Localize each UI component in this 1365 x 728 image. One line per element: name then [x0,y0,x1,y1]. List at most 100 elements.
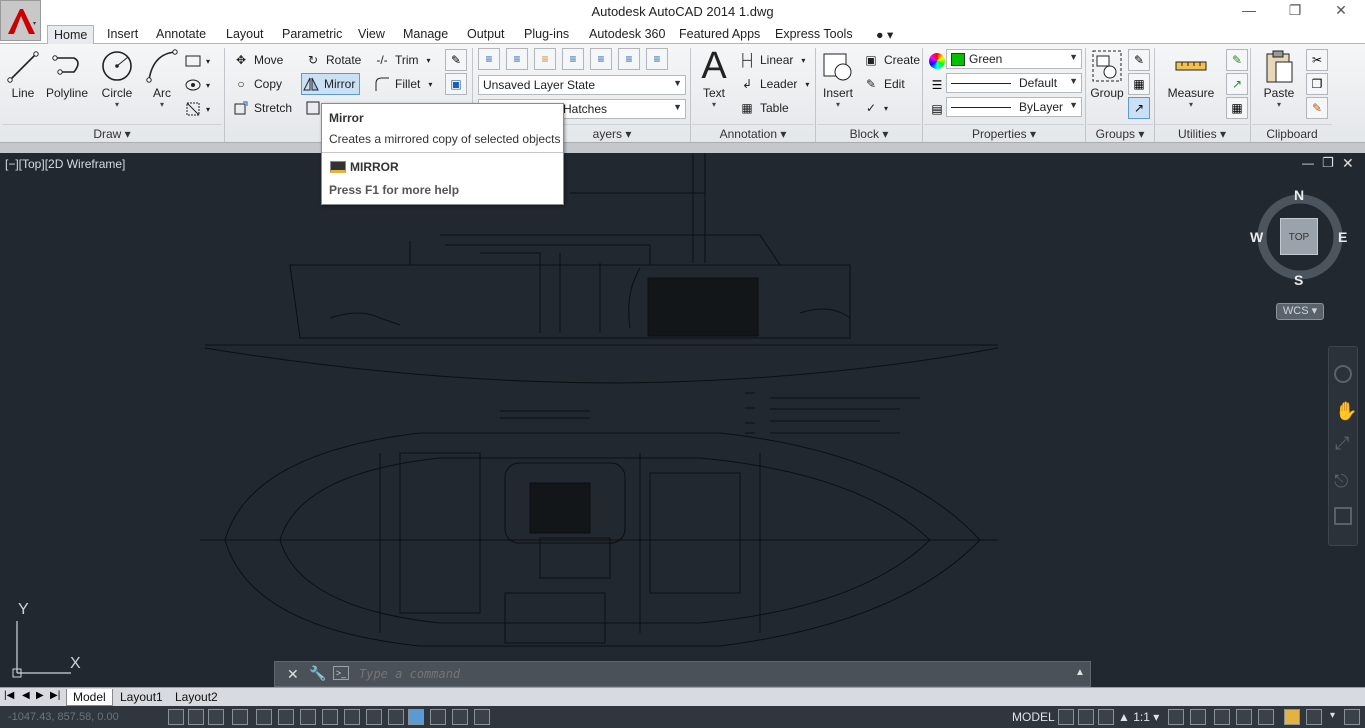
tab-plugins[interactable]: Plug-ins [518,25,575,44]
group-edit-button[interactable]: ▦ [1128,73,1150,95]
tab-layout2[interactable]: Layout2 [169,689,224,706]
layer-isolate-button[interactable]: ≡ [534,48,556,70]
layer-off-button[interactable]: ≡ [506,48,528,70]
explode-button[interactable]: ▣ [445,73,467,95]
ortho-icon[interactable] [232,709,248,725]
copy-clip-button[interactable]: ❐ [1306,73,1328,95]
infer-constraints-icon[interactable] [168,709,184,725]
osnap-icon[interactable] [278,709,294,725]
tab-model[interactable]: Model [66,689,113,706]
tab-annotate[interactable]: Annotate [150,25,212,44]
ducs-icon[interactable] [344,709,360,725]
tab-home[interactable]: Home [47,25,95,44]
drawing-viewport[interactable]: [−][Top][2D Wireframe] — ❐ ✕ TOP N S W E… [0,153,1365,687]
stretch-button[interactable]: Stretch [232,97,292,119]
panel-draw-title[interactable]: Draw ▾ [2,124,222,142]
cut-button[interactable]: ✂ [1306,49,1328,71]
tab-featured-apps[interactable]: Featured Apps [673,25,766,44]
annotation-scale[interactable]: ▲ 1:1 ▾ [1118,710,1159,724]
isolate-objects-icon[interactable] [1284,709,1300,725]
quick-props-icon[interactable] [430,709,446,725]
layer-match-button[interactable]: ≡ [618,48,640,70]
tab-autodesk-360[interactable]: Autodesk 360 [583,25,671,44]
linear-dimension-button[interactable]: ├┤ Linear ▾ [738,49,805,71]
insert-block-button[interactable]: Insert ▾ [820,48,856,122]
tab-layout[interactable]: Layout [220,25,270,44]
tab-view[interactable]: View [352,25,391,44]
leader-button[interactable]: ↲ Leader ▾ [738,73,809,95]
dyn-icon[interactable] [366,709,382,725]
hatch-button[interactable]: ▾ [184,74,210,96]
gear-icon[interactable] [1214,709,1230,725]
attribute-button[interactable]: ✓ ▾ [862,97,888,119]
annotation-autoscale-icon[interactable] [1168,709,1184,725]
wcs-menu[interactable]: WCS ▾ [1276,303,1324,320]
group-selection-button[interactable]: ↗ [1128,97,1150,119]
status-menu-icon[interactable]: ▾ [1330,710,1335,721]
rotate-button[interactable]: ↻ Rotate [304,49,361,71]
selection-cycling-icon[interactable] [452,709,468,725]
tab-insert[interactable]: Insert [101,25,144,44]
paste-button[interactable]: Paste ▾ [1258,48,1300,122]
tab-output[interactable]: Output [461,25,511,44]
steering-wheel-icon[interactable] [1334,365,1352,383]
clean-screen-icon[interactable] [1344,709,1360,725]
layer-state-dropdown[interactable]: Unsaved Layer State ▼ [478,75,686,95]
calculator-button[interactable]: ▦ [1226,97,1248,119]
tab-manage[interactable]: Manage [397,25,454,44]
close-icon[interactable]: ✕ [1326,2,1356,22]
erase-button[interactable]: ✎ [445,49,467,71]
table-button[interactable]: ▦ Table [738,97,788,119]
panel-annotation-title[interactable]: Annotation ▾ [692,124,814,142]
lock-icon[interactable] [1236,709,1252,725]
pan-icon[interactable]: ✋ [1335,401,1357,422]
annotation-monitor-icon[interactable] [474,709,490,725]
quick-view-layouts-icon[interactable] [1058,709,1074,725]
linetype-dropdown[interactable]: Default ▼ [946,73,1082,93]
panel-utilities-title[interactable]: Utilities ▾ [1155,124,1249,142]
layout-nav-next[interactable]: ▶ [36,690,44,701]
layout-nav-last[interactable]: ▶| [50,690,60,701]
polar-icon[interactable] [256,709,272,725]
restore-icon[interactable]: ❐ [1280,2,1310,22]
compass-west[interactable]: W [1250,229,1263,245]
panel-block-title[interactable]: Block ▾ [817,124,921,142]
workspace-switching-icon[interactable] [1190,709,1206,725]
copy-button[interactable]: ○ Copy [232,73,282,95]
cmd-close-icon[interactable]: ✕ [287,666,299,683]
command-input[interactable] [359,665,1059,683]
arc-button[interactable]: Arc ▾ [144,48,180,122]
layer-freeze-button[interactable]: ≡ [562,48,584,70]
model-space-button[interactable]: MODEL [1012,710,1055,724]
ribbon-options-icon[interactable]: ● ▾ [870,25,899,44]
compass-south[interactable]: S [1294,272,1303,288]
match-props-button[interactable]: ✎ [1306,97,1328,119]
snap-mode-icon[interactable] [188,709,204,725]
panel-properties-title[interactable]: Properties ▾ [924,124,1084,142]
lineweight-dropdown[interactable]: ByLayer ▼ [946,97,1082,117]
trim-button[interactable]: -/- Trim ▾ [373,49,430,71]
layer-properties-button[interactable]: ≡ [478,48,500,70]
layout-nav-prev[interactable]: ◀ [22,690,30,701]
text-button[interactable]: A Text ▾ [696,47,732,122]
showmotion-icon[interactable] [1334,507,1352,525]
orbit-icon[interactable]: ⎋ [1334,471,1348,492]
select-all-button[interactable]: ↗ [1226,73,1248,95]
edit-block-button[interactable]: ✎ Edit [862,73,905,95]
move-button[interactable]: ✥ Move [232,49,283,71]
gradient-button[interactable]: ▾ [184,98,210,120]
wrench-icon[interactable]: 🔧 [309,665,326,682]
transparency-icon[interactable] [408,709,424,725]
circle-button[interactable]: Circle ▾ [98,48,136,122]
annotation-visibility-icon[interactable] [1098,709,1114,725]
otrack-icon[interactable] [322,709,338,725]
ungroup-button[interactable]: ✎ [1128,49,1150,71]
panel-groups-title[interactable]: Groups ▾ [1087,124,1153,142]
zoom-icon[interactable]: ⤢ [1335,433,1349,454]
rectangle-button[interactable]: ▾ [184,50,210,72]
quick-select-button[interactable]: ✎ [1226,49,1248,71]
cmd-history-icon[interactable]: ▲ [1075,667,1085,678]
lightbulb-icon[interactable] [1306,709,1322,725]
tab-express-tools[interactable]: Express Tools [769,25,859,44]
minimize-icon[interactable]: — [1234,2,1264,22]
